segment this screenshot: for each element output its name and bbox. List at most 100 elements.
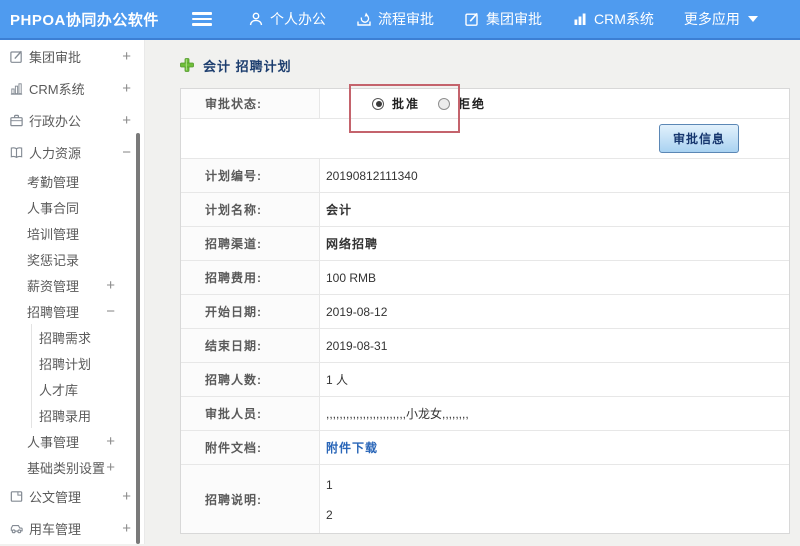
sidebar-item-talent-pool[interactable]: 人才库 (31, 376, 144, 402)
field-label: 开始日期: (181, 295, 320, 328)
sidebar-item-label: 公文管理 (29, 489, 82, 505)
sidebar-item-recruit-demand[interactable]: 招聘需求 (31, 324, 144, 350)
chart-icon (572, 11, 588, 27)
nav-personal-office[interactable]: 个人办公 (248, 9, 326, 29)
add-icon (180, 58, 194, 72)
expand-icon[interactable]: + (122, 521, 131, 536)
process-icon (356, 11, 372, 27)
description-text: 1 2 (326, 465, 333, 530)
sidebar-item-recruit-hire[interactable]: 招聘录用 (31, 402, 144, 428)
document-icon (8, 488, 24, 504)
car-icon (8, 520, 24, 536)
form-row-button: 审批信息 (181, 119, 789, 159)
form-row: 计划编号: 20190812111340 (181, 159, 789, 193)
field-value: 2019-08-31 (326, 338, 388, 353)
approval-info-button[interactable]: 审批信息 (658, 124, 739, 153)
sidebar-item-hr-contract[interactable]: 人事合同 (0, 194, 144, 220)
field-value: 100 RMB (326, 270, 377, 285)
description-line: 1 (326, 478, 333, 492)
expand-icon[interactable]: + (122, 113, 131, 128)
sidebar-item-label: 用车管理 (29, 521, 82, 537)
edit-icon (8, 48, 24, 64)
book-icon (8, 144, 24, 160)
sidebar-item-label: 招聘录用 (39, 408, 92, 424)
sidebar-item-label: 招聘计划 (39, 356, 92, 372)
nav-label: 流程审批 (378, 11, 434, 27)
sidebar-item-label: 招聘需求 (39, 330, 92, 346)
expand-icon[interactable]: + (122, 81, 131, 96)
sidebar-item-label: 奖惩记录 (27, 252, 80, 268)
approval-form: 审批状态: 批准 拒绝 审批信息 计划编号: 20190812111340 计划… (180, 84, 790, 534)
collapse-icon[interactable]: − (106, 304, 115, 319)
sidebar-item-label: 人力资源 (29, 145, 82, 161)
field-label: 附件文档: (181, 431, 320, 464)
field-value: ,,,,,,,,,,,,,,,,,,,,,,,,小龙女,,,,,,,, (326, 407, 469, 421)
sidebar-item-recruit-mgmt[interactable]: 招聘管理 − (0, 298, 144, 324)
main-content: 会计 招聘计划 审批状态: 批准 拒绝 审批信息 计划编号: 201908121… (145, 40, 800, 544)
field-value: 1 人 (326, 373, 349, 387)
field-label: 计划名称: (181, 193, 320, 226)
nav-label: 集团审批 (486, 11, 542, 27)
menu-icon[interactable] (192, 12, 212, 26)
form-row: 审批人员: ,,,,,,,,,,,,,,,,,,,,,,,,小龙女,,,,,,,… (181, 397, 789, 431)
sidebar-item-crm-system[interactable]: CRM系统 + (0, 72, 144, 104)
radio-approve-label[interactable]: 批准 (392, 95, 420, 112)
sidebar-item-label: 基础类别设置 (27, 460, 106, 476)
form-row-attachment: 附件文档: 附件下载 (181, 431, 789, 465)
top-nav: 个人办公 流程审批 集团审批 CRM系统 更多应用 (248, 9, 758, 29)
sidebar-item-label: 行政办公 (29, 113, 82, 129)
sidebar-item-group-approval[interactable]: 集团审批 + (0, 40, 144, 72)
collapse-icon[interactable]: − (122, 145, 131, 160)
radio-reject[interactable] (438, 97, 451, 110)
expand-icon[interactable]: + (106, 278, 115, 293)
sidebar-item-label: CRM系统 (29, 81, 85, 97)
sidebar-item-admin-office[interactable]: 行政办公 + (0, 104, 144, 136)
sidebar-item-document-mgmt[interactable]: 公文管理 + (0, 480, 144, 512)
sidebar: 集团审批 + CRM系统 + 行政办公 + 人力资源 − 考勤管理 人事合同 培… (0, 40, 145, 544)
attachment-download-link[interactable]: 附件下载 (326, 439, 378, 456)
form-row: 结束日期: 2019-08-31 (181, 329, 789, 363)
nav-process-approval[interactable]: 流程审批 (356, 9, 434, 29)
field-value: 20190812111340 (326, 168, 418, 183)
expand-icon[interactable]: + (122, 489, 131, 504)
form-row: 开始日期: 2019-08-12 (181, 295, 789, 329)
field-label: 招聘费用: (181, 261, 320, 294)
sidebar-item-label: 人事合同 (27, 200, 80, 216)
edit-icon (464, 11, 480, 27)
field-value: 会计 (326, 203, 353, 217)
briefcase-icon (8, 112, 24, 128)
sidebar-item-personnel-mgmt[interactable]: 人事管理 + (0, 428, 144, 454)
nav-group-approval[interactable]: 集团审批 (464, 9, 542, 29)
expand-icon[interactable]: + (106, 460, 115, 475)
expand-icon[interactable]: + (106, 434, 115, 449)
user-icon (248, 11, 264, 27)
sidebar-item-attendance-mgmt[interactable]: 考勤管理 (0, 168, 144, 194)
radio-reject-label[interactable]: 拒绝 (458, 95, 486, 112)
nav-more-apps[interactable]: 更多应用 (684, 9, 758, 29)
sidebar-item-training-mgmt[interactable]: 培训管理 (0, 220, 144, 246)
sidebar-item-salary-mgmt[interactable]: 薪资管理 + (0, 272, 144, 298)
field-label: 计划编号: (181, 159, 320, 192)
sidebar-item-label: 人事管理 (27, 434, 80, 450)
sidebar-item-base-category-settings[interactable]: 基础类别设置 + (0, 454, 144, 480)
field-label: 招聘人数: (181, 363, 320, 396)
field-label: 审批状态: (181, 89, 320, 118)
sidebar-item-recruit-plan[interactable]: 招聘计划 (31, 350, 144, 376)
sidebar-item-vehicle-mgmt[interactable]: 用车管理 + (0, 512, 144, 544)
expand-icon[interactable]: + (122, 49, 131, 64)
form-row-description: 招聘说明: 1 2 (181, 465, 789, 533)
caret-down-icon (747, 16, 758, 22)
sidebar-item-human-resources[interactable]: 人力资源 − (0, 136, 144, 168)
sidebar-scrollbar[interactable] (136, 133, 140, 544)
nav-crm-system[interactable]: CRM系统 (572, 9, 654, 29)
field-label: 招聘说明: (181, 465, 320, 533)
sidebar-item-reward-punish[interactable]: 奖惩记录 (0, 246, 144, 272)
form-row: 招聘费用: 100 RMB (181, 261, 789, 295)
sidebar-item-label: 薪资管理 (27, 278, 80, 294)
sidebar-item-label: 集团审批 (29, 49, 82, 65)
app-title: PHPOA协同办公软件 (10, 11, 159, 29)
radio-approve[interactable] (372, 97, 384, 110)
field-label: 审批人员: (181, 397, 320, 430)
nav-label: 个人办公 (270, 11, 326, 27)
field-value: 网络招聘 (326, 237, 379, 251)
